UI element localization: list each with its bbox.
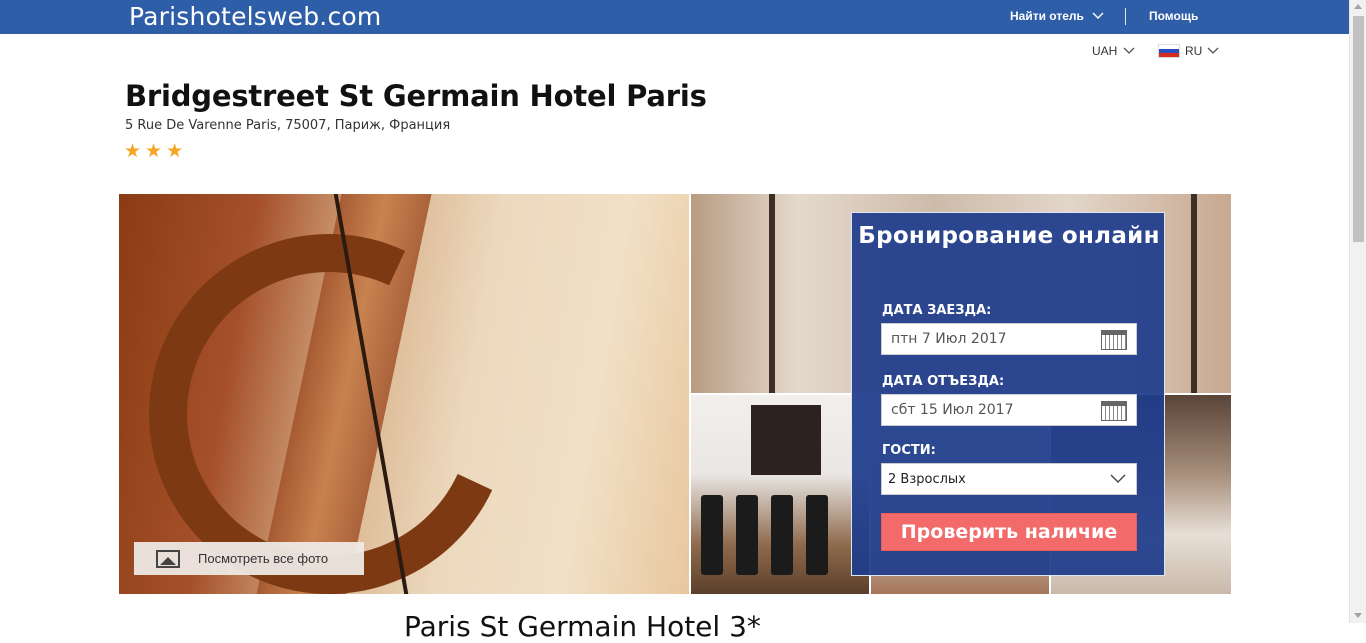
- language-selector[interactable]: RU: [1158, 44, 1219, 58]
- chevron-down-icon: [1123, 47, 1135, 54]
- view-all-photos-button[interactable]: Посмотреть все фото: [134, 542, 364, 575]
- help-link[interactable]: Помощь: [1149, 9, 1198, 23]
- checkout-date-field[interactable]: сбт 15 Июл 2017: [881, 394, 1137, 426]
- check-availability-button[interactable]: Проверить наличие: [881, 513, 1137, 551]
- find-hotel-menu[interactable]: Найти отель: [1010, 9, 1104, 23]
- checkin-date-field[interactable]: птн 7 Июл 2017: [881, 323, 1137, 355]
- checkin-label: ДАТА ЗАЕЗДА:: [882, 303, 992, 318]
- guests-value: 2 Взрослых: [888, 471, 966, 487]
- checkin-date-value: птн 7 Июл 2017: [891, 331, 1007, 347]
- booking-panel: Бронирование онлайн ДАТА ЗАЕЗДА: птн 7 И…: [851, 212, 1165, 576]
- star-icon: ★: [166, 141, 184, 162]
- guests-label: ГОСТИ:: [882, 443, 936, 458]
- hotel-name: Bridgestreet St Germain Hotel Paris: [125, 79, 707, 113]
- nav-divider: [1125, 8, 1126, 25]
- chevron-down-icon: [1092, 12, 1104, 19]
- find-hotel-label: Найти отель: [1010, 9, 1084, 23]
- scrollbar-thumb[interactable]: [1353, 16, 1364, 242]
- chevron-down-icon: [1207, 47, 1219, 54]
- calendar-icon[interactable]: [1101, 330, 1127, 350]
- site-logo[interactable]: Parishotelsweb.com: [129, 2, 381, 32]
- page-scrollbar[interactable]: [1349, 0, 1366, 623]
- scroll-up-arrow-icon[interactable]: [1354, 4, 1362, 9]
- top-navbar: Parishotelsweb.com Найти отель Помощь: [0, 0, 1349, 34]
- hotel-rating: ★ ★ ★: [124, 142, 183, 162]
- calendar-icon[interactable]: [1101, 401, 1127, 421]
- star-icon: ★: [145, 141, 163, 162]
- section-heading: Paris St Germain Hotel 3*: [404, 610, 761, 643]
- checkout-date-value: сбт 15 Июл 2017: [891, 402, 1014, 418]
- gallery-photo[interactable]: [691, 395, 869, 594]
- image-icon: [156, 549, 180, 568]
- star-icon: ★: [124, 141, 142, 162]
- main-photo[interactable]: Посмотреть все фото: [119, 194, 689, 594]
- view-all-photos-label: Посмотреть все фото: [198, 551, 329, 566]
- russia-flag-icon: [1158, 44, 1180, 58]
- scroll-down-arrow-icon[interactable]: [1354, 613, 1362, 618]
- currency-selector[interactable]: UAH: [1092, 44, 1135, 58]
- language-value: RU: [1185, 44, 1203, 58]
- hotel-address: 5 Rue De Varenne Paris, 75007, Париж, Фр…: [125, 118, 451, 133]
- booking-title: Бронирование онлайн: [858, 223, 1160, 249]
- chevron-down-icon: [1110, 474, 1126, 483]
- currency-value: UAH: [1092, 44, 1118, 58]
- guests-select[interactable]: 2 Взрослых: [881, 463, 1137, 495]
- checkout-label: ДАТА ОТЪЕЗДА:: [882, 374, 1005, 389]
